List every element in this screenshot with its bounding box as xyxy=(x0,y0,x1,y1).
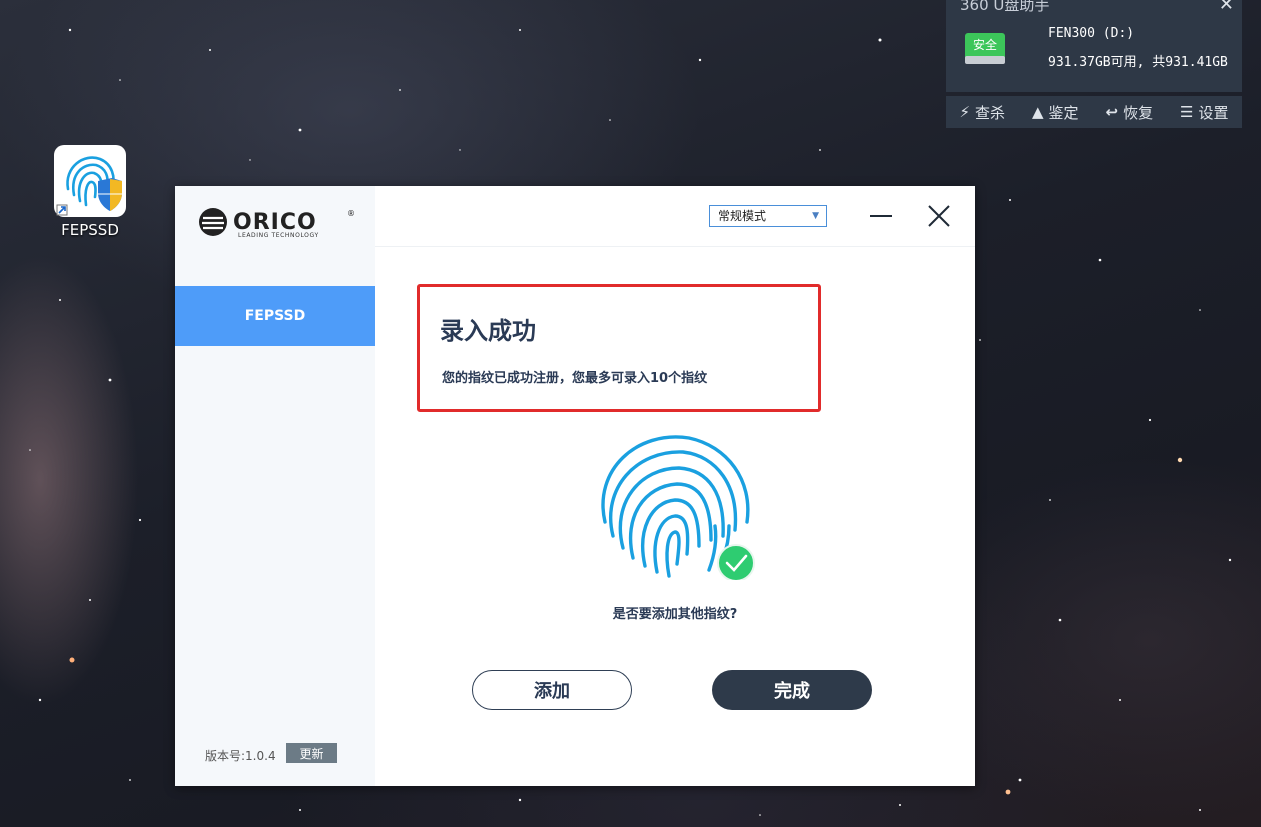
mode-select-value: 常规模式 xyxy=(718,209,767,223)
restore-button[interactable]: ↩ 恢复 xyxy=(1106,102,1154,123)
settings-button[interactable]: ☰ 设置 xyxy=(1180,102,1228,123)
sidebar-item-fepssd[interactable]: FEPSSD xyxy=(175,286,375,346)
bolt-icon: ⚡ xyxy=(959,103,971,121)
mode-select[interactable]: 常规模式 ▼ xyxy=(709,205,827,227)
update-button[interactable]: 更新 xyxy=(286,743,337,763)
notice-message: 您的指纹已成功注册，您最多可录入10个指纹 xyxy=(442,371,708,386)
notice-title: 录入成功 xyxy=(440,317,536,345)
add-more-question: 是否要添加其他指纹? xyxy=(612,607,738,622)
svg-text:®: ® xyxy=(347,209,355,218)
desktop-shortcut-label: FEPSSD xyxy=(61,221,119,239)
widget-action-bar: ⚡ 查杀 ▲ 鉴定 ↩ 恢复 ☰ 设置 xyxy=(946,96,1242,128)
svg-text:LEADING TECHNOLOGY: LEADING TECHNOLOGY xyxy=(238,232,319,239)
list-icon: ☰ xyxy=(1180,103,1194,121)
fingerprint-app-icon xyxy=(54,145,126,217)
add-button[interactable]: 添加 xyxy=(472,670,632,710)
close-icon xyxy=(928,205,950,227)
fingerprint-success-icon xyxy=(601,435,755,580)
header-divider xyxy=(375,246,975,247)
success-notice: 录入成功 您的指纹已成功注册，您最多可录入10个指纹 xyxy=(417,284,821,412)
usb-assistant-widget: 360 U盘助手 ✕ 安全 FEN300 (D:) 931.37GB可用, 共9… xyxy=(946,0,1242,128)
desktop-shortcut-fepssd[interactable]: FEPSSD xyxy=(50,145,130,239)
identify-button[interactable]: ▲ 鉴定 xyxy=(1032,102,1079,123)
widget-close-icon[interactable]: ✕ xyxy=(1219,0,1234,15)
app-window: ORICO ® LEADING TECHNOLOGY FEPSSD 版本号:1.… xyxy=(175,186,975,786)
minimize-button[interactable] xyxy=(870,215,892,217)
usb-drive-icon: 安全 xyxy=(965,33,1005,64)
done-button[interactable]: 完成 xyxy=(712,670,872,710)
stamp-icon: ▲ xyxy=(1031,103,1044,121)
version-label: 版本号:1.0.4 xyxy=(205,749,276,763)
restore-icon: ↩ xyxy=(1105,103,1119,121)
orico-logo: ORICO ® LEADING TECHNOLOGY xyxy=(199,208,355,239)
close-button[interactable] xyxy=(927,204,951,228)
drive-capacity: 931.37GB可用, 共931.41GB xyxy=(1048,55,1228,70)
scan-button[interactable]: ⚡ 查杀 xyxy=(959,102,1005,123)
chevron-down-icon: ▼ xyxy=(812,211,819,221)
sidebar: ORICO ® LEADING TECHNOLOGY FEPSSD 版本号:1.… xyxy=(175,186,375,786)
widget-title: 360 U盘助手 xyxy=(960,0,1050,14)
drive-name: FEN300 (D:) xyxy=(1048,26,1135,41)
safe-badge: 安全 xyxy=(973,37,997,52)
